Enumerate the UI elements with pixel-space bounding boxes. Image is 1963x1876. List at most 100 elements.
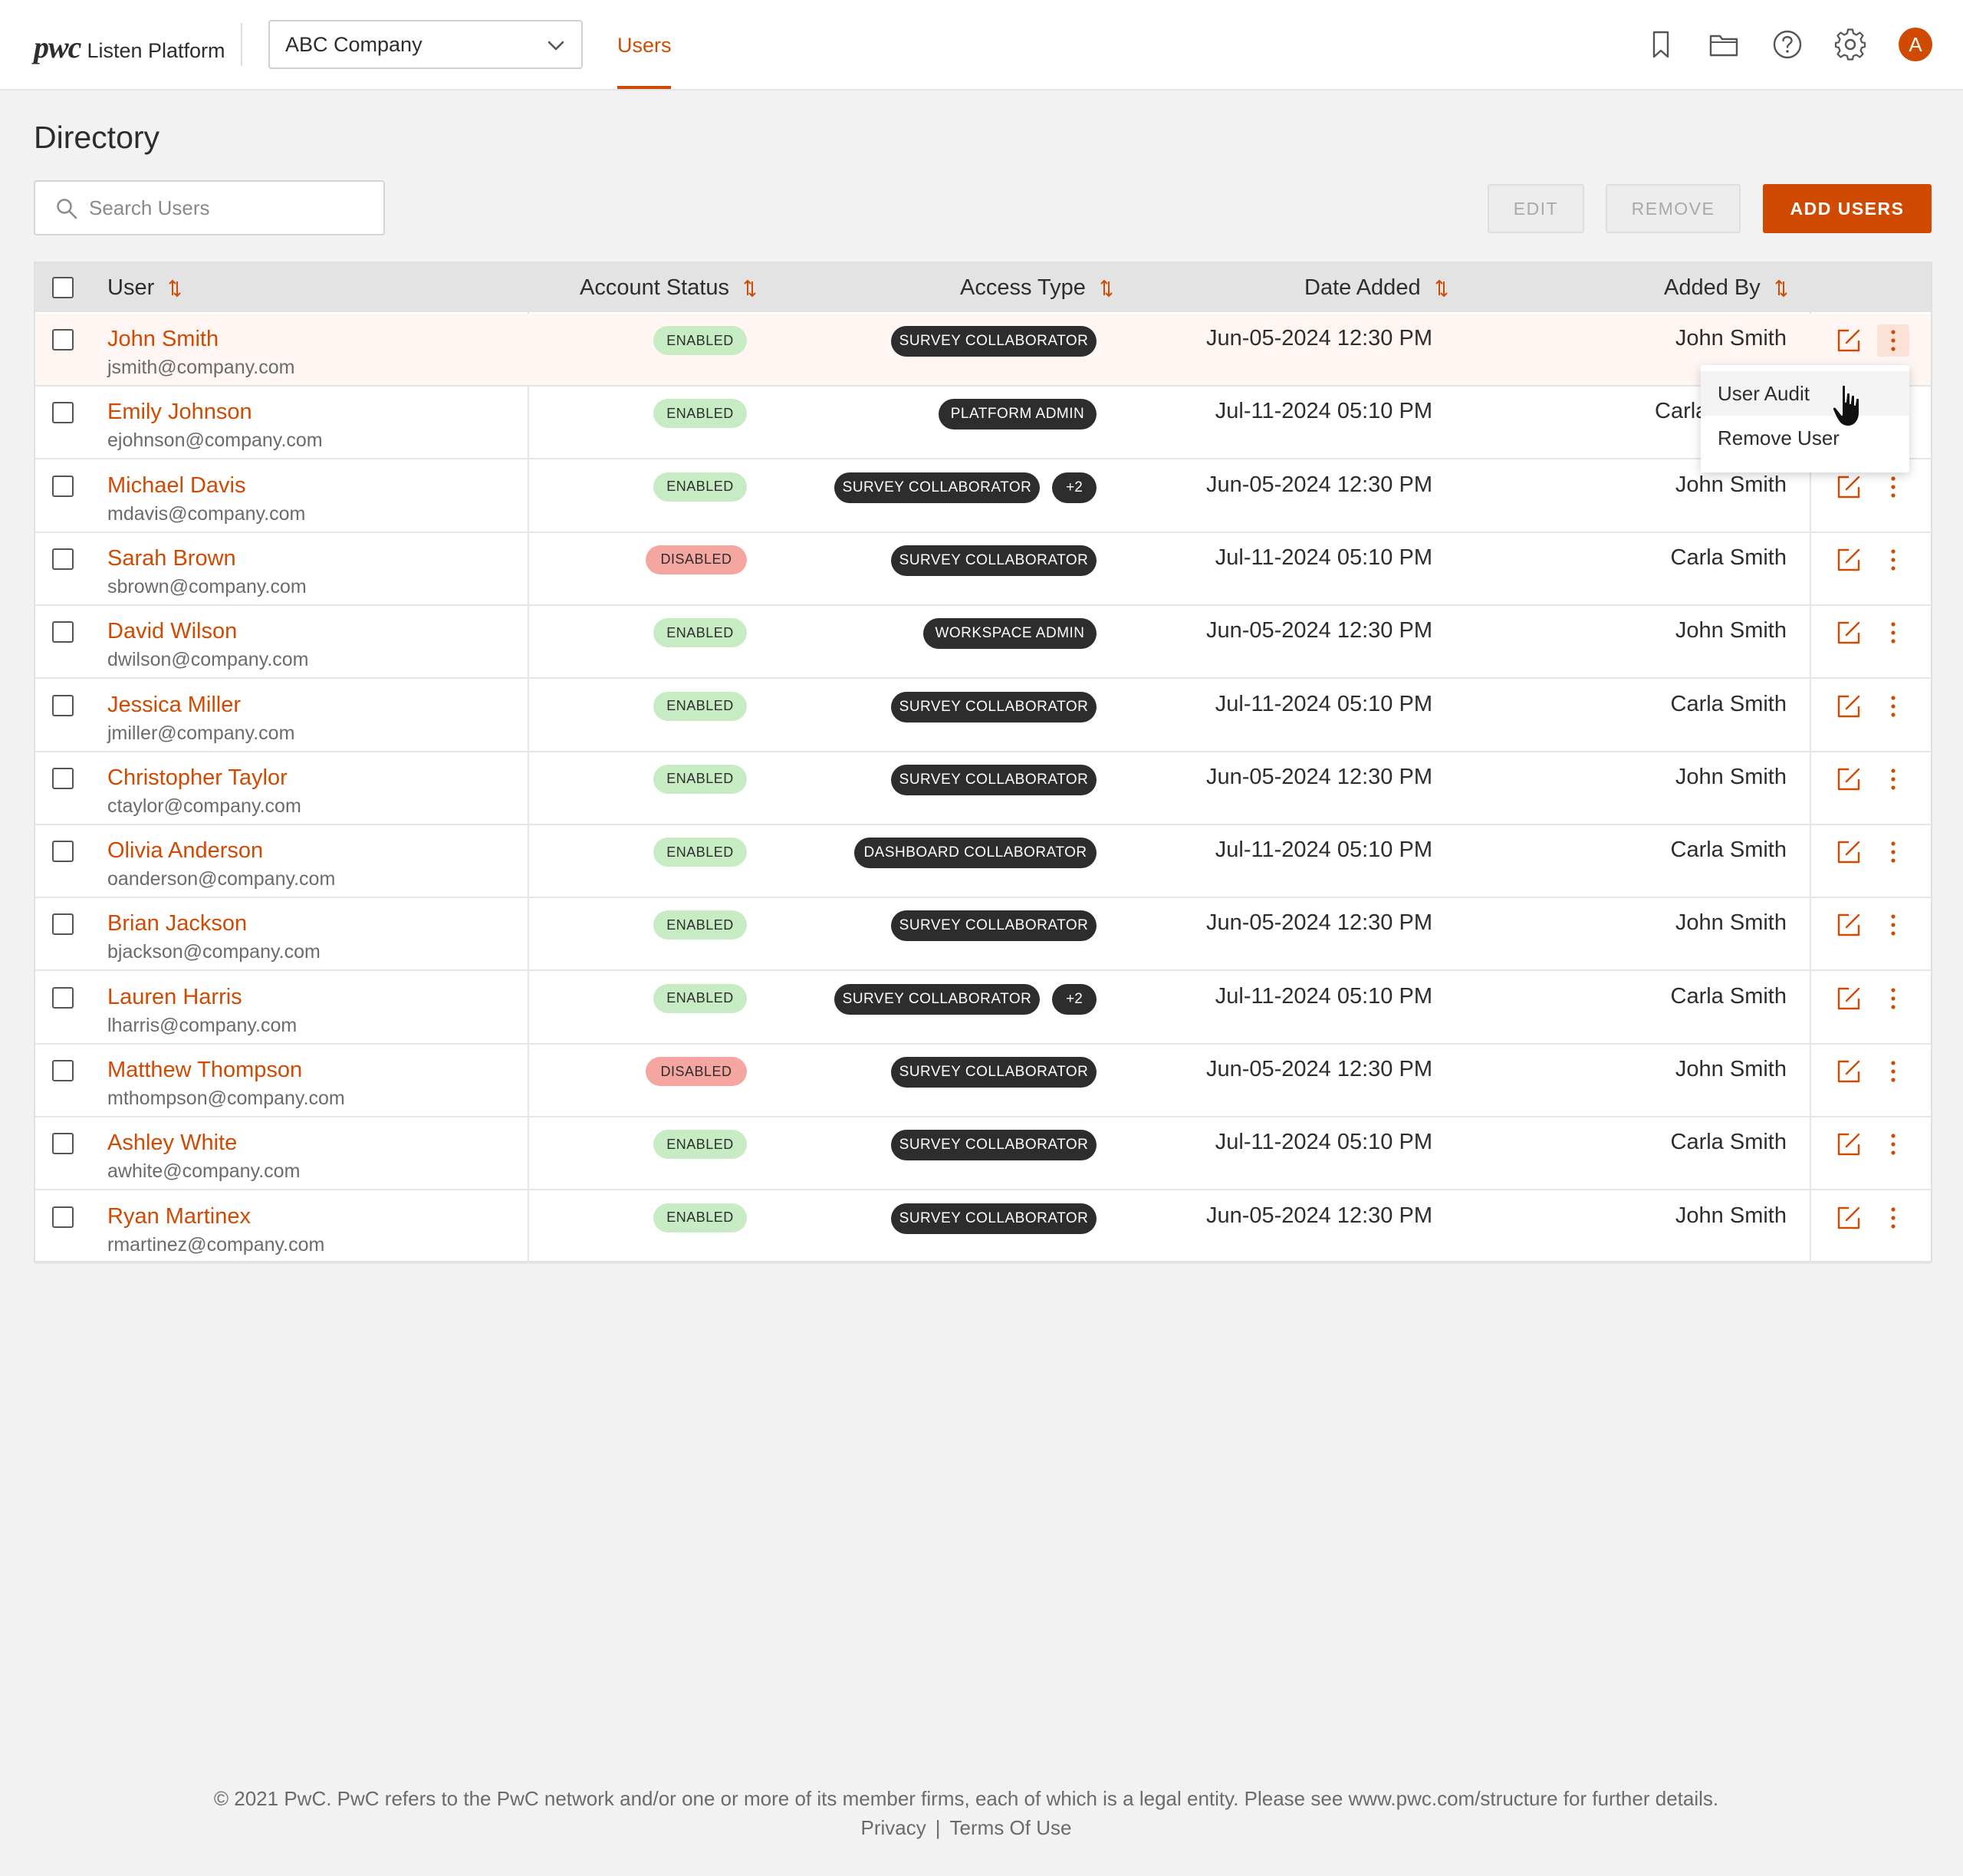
row-checkbox[interactable] <box>52 767 74 789</box>
more-actions-button[interactable] <box>1877 763 1909 795</box>
row-checkbox[interactable] <box>52 1060 74 1081</box>
more-actions-button[interactable] <box>1877 324 1909 357</box>
table-row[interactable]: Olivia Anderson oanderson@company.com ENAB… <box>35 825 1931 899</box>
row-checkbox[interactable] <box>52 1206 74 1228</box>
added-by: Carla Smith <box>1670 983 1787 1009</box>
users-table: User Account Status Access Type Date Add… <box>34 262 1932 1264</box>
row-checkbox[interactable] <box>52 1133 74 1155</box>
edit-icon[interactable] <box>1836 693 1862 719</box>
row-checkbox[interactable] <box>52 694 74 716</box>
edit-icon[interactable] <box>1836 474 1862 500</box>
app-logo[interactable]: pwc Listen Platform <box>34 29 225 65</box>
row-checkbox[interactable] <box>52 475 74 497</box>
row-checkbox[interactable] <box>52 913 74 936</box>
help-icon[interactable] <box>1771 28 1804 61</box>
folder-icon[interactable] <box>1707 28 1741 61</box>
row-checkbox[interactable] <box>52 402 74 424</box>
terms-link[interactable]: Terms Of Use <box>950 1816 1072 1839</box>
user-name-link[interactable]: Christopher Taylor <box>107 765 288 791</box>
user-name-link[interactable]: Jessica Miller <box>107 693 241 718</box>
sort-icon[interactable] <box>168 278 182 298</box>
edit-icon[interactable] <box>1836 1058 1862 1084</box>
extra-access-count-badge[interactable]: +2 <box>1052 472 1097 503</box>
table-row[interactable]: Christopher Taylor ctaylor@company.com ENA… <box>35 752 1931 825</box>
user-name-link[interactable]: Sarah Brown <box>107 546 236 571</box>
more-actions-button[interactable] <box>1877 471 1909 503</box>
user-avatar[interactable]: A <box>1899 28 1932 61</box>
more-actions-button[interactable] <box>1877 1202 1909 1234</box>
table-row[interactable]: David Wilson dwilson@company.com ENABLED WO… <box>35 606 1931 680</box>
edit-icon[interactable] <box>1836 986 1862 1012</box>
privacy-link[interactable]: Privacy <box>861 1816 926 1839</box>
edit-icon[interactable] <box>1836 766 1862 792</box>
table-row[interactable]: Ashley White awhite@company.com ENABLED SUR… <box>35 1117 1931 1191</box>
user-name-link[interactable]: John Smith <box>107 327 219 352</box>
search-box[interactable] <box>34 180 385 235</box>
table-row[interactable]: Michael Davis mdavis@company.com ENABLED SU… <box>35 460 1931 533</box>
user-name-link[interactable]: Michael Davis <box>107 473 246 499</box>
user-name-link[interactable]: Olivia Anderson <box>107 838 263 864</box>
user-name-link[interactable]: Emily Johnson <box>107 400 252 425</box>
search-icon <box>57 199 77 219</box>
more-actions-button[interactable] <box>1877 836 1909 868</box>
edit-button[interactable]: EDIT <box>1488 184 1584 233</box>
user-name-link[interactable]: Matthew Thompson <box>107 1058 302 1083</box>
edit-icon[interactable] <box>1836 839 1862 865</box>
edit-icon[interactable] <box>1836 1205 1862 1231</box>
row-checkbox[interactable] <box>52 986 74 1009</box>
table-row[interactable]: Jessica Miller jmiller@company.com ENABLED… <box>35 680 1931 752</box>
added-by: John Smith <box>1675 1203 1787 1228</box>
user-name-link[interactable]: Ashley White <box>107 1131 237 1156</box>
table-row[interactable]: Brian Jackson bjackson@company.com ENABLED… <box>35 898 1931 972</box>
more-actions-button[interactable] <box>1877 1128 1909 1160</box>
more-actions-button[interactable] <box>1877 544 1909 576</box>
status-badge: ENABLED <box>653 326 747 355</box>
row-checkbox[interactable] <box>52 548 74 570</box>
edit-icon[interactable] <box>1836 1131 1862 1157</box>
remove-button[interactable]: REMOVE <box>1606 184 1741 233</box>
add-users-button[interactable]: ADD USERS <box>1763 184 1932 233</box>
table-row[interactable]: John Smith jsmith@company.com ENABLED SURVE… <box>35 314 1931 387</box>
nav-tab-users[interactable]: Users <box>617 34 672 58</box>
table-row[interactable]: Ryan Martinex rmartinez@company.com ENABLE… <box>35 1191 1931 1264</box>
user-email: bjackson@company.com <box>107 941 321 963</box>
column-header-user[interactable]: User <box>107 275 182 301</box>
sort-icon[interactable] <box>1774 278 1788 298</box>
edit-icon[interactable] <box>1836 547 1862 573</box>
row-checkbox[interactable] <box>52 841 74 863</box>
user-name-link[interactable]: Brian Jackson <box>107 911 247 936</box>
company-select[interactable]: ABC Company <box>268 20 583 69</box>
table-row[interactable]: Sarah Brown sbrown@company.com DISABLED SUR… <box>35 533 1931 606</box>
column-header-account-status[interactable]: Account Status <box>580 275 757 301</box>
user-name-link[interactable]: Ryan Martinex <box>107 1204 251 1229</box>
more-actions-button[interactable] <box>1877 617 1909 649</box>
bookmark-icon[interactable] <box>1644 28 1678 61</box>
column-header-date-added[interactable]: Date Added <box>1304 275 1448 301</box>
menu-item-remove-user[interactable]: Remove User <box>1701 416 1909 460</box>
more-actions-button[interactable] <box>1877 909 1909 941</box>
column-header-access-type[interactable]: Access Type <box>960 275 1113 301</box>
sort-icon[interactable] <box>1100 278 1113 298</box>
search-input[interactable] <box>89 193 373 223</box>
table-row[interactable]: Lauren Harris lharris@company.com ENABLED S… <box>35 972 1931 1045</box>
edit-icon[interactable] <box>1836 620 1862 646</box>
menu-item-user-audit[interactable]: User Audit <box>1701 371 1909 416</box>
status-badge: ENABLED <box>653 910 747 940</box>
edit-icon[interactable] <box>1836 327 1862 354</box>
more-actions-button[interactable] <box>1877 982 1909 1015</box>
edit-icon[interactable] <box>1836 912 1862 938</box>
table-row[interactable]: Emily Johnson ejohnson@company.com ENABLED… <box>35 387 1931 460</box>
row-checkbox[interactable] <box>52 329 74 351</box>
user-name-link[interactable]: Lauren Harris <box>107 985 242 1010</box>
gear-icon[interactable] <box>1833 28 1867 61</box>
user-name-link[interactable]: David Wilson <box>107 619 237 644</box>
more-actions-button[interactable] <box>1877 1055 1909 1088</box>
table-row[interactable]: Matthew Thompson mthompson@company.com DIS… <box>35 1045 1931 1117</box>
select-all-checkbox[interactable] <box>52 277 74 298</box>
column-header-added-by[interactable]: Added By <box>1664 275 1788 301</box>
extra-access-count-badge[interactable]: +2 <box>1052 983 1097 1015</box>
sort-icon[interactable] <box>1435 278 1448 298</box>
sort-icon[interactable] <box>743 278 757 298</box>
more-actions-button[interactable] <box>1877 690 1909 722</box>
row-checkbox[interactable] <box>52 621 74 643</box>
